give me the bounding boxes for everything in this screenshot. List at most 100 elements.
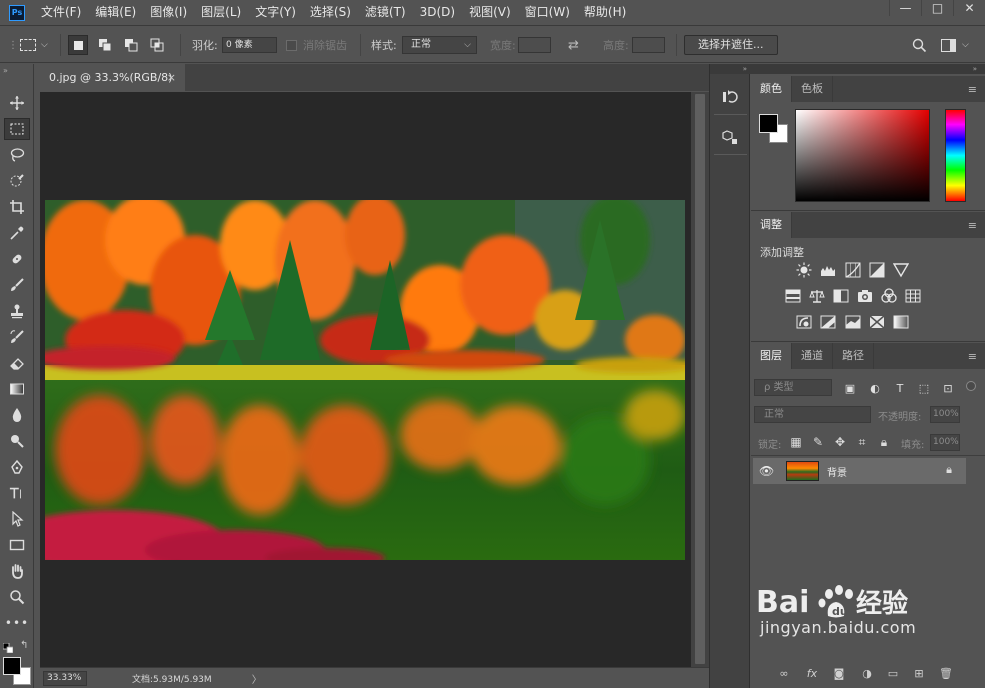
- scrollbar-thumb[interactable]: [695, 94, 705, 664]
- new-adjustment-layer-icon[interactable]: ◑: [859, 665, 875, 681]
- color-picker-field[interactable]: [795, 109, 930, 202]
- gradient-tool-icon[interactable]: [4, 378, 30, 400]
- type-tool-icon[interactable]: [4, 482, 30, 504]
- lock-transparent-pixels-icon[interactable]: ▦: [789, 435, 803, 449]
- black-white-icon[interactable]: [832, 287, 850, 305]
- menu-layer[interactable]: 图层(L): [194, 0, 248, 25]
- select-and-mask-button[interactable]: 选择并遮住...: [684, 35, 778, 55]
- menu-edit[interactable]: 编辑(E): [88, 0, 143, 25]
- panel-menu-icon[interactable]: ≡: [968, 83, 977, 96]
- panel-menu-icon[interactable]: ≡: [968, 219, 977, 232]
- menu-select[interactable]: 选择(S): [303, 0, 358, 25]
- height-input[interactable]: [632, 37, 665, 53]
- menu-view[interactable]: 视图(V): [462, 0, 518, 25]
- move-tool-icon[interactable]: [4, 92, 30, 114]
- collapse-toolbar-icon[interactable]: »: [3, 66, 8, 75]
- lock-position-icon[interactable]: ✥: [833, 435, 847, 449]
- zoom-level-field[interactable]: 33.33%: [43, 670, 87, 686]
- layer-style-fx-icon[interactable]: fx: [804, 665, 820, 681]
- zoom-tool-icon[interactable]: [4, 586, 30, 608]
- filter-smart-objects-icon[interactable]: ⊡: [941, 381, 955, 395]
- document-tab[interactable]: 0.jpg @ 33.3%(RGB/8) ×: [40, 64, 185, 91]
- layer-visibility-eye-icon[interactable]: 👁︎: [759, 464, 774, 478]
- delete-layer-icon[interactable]: 🗑︎: [938, 665, 954, 681]
- brightness-contrast-icon[interactable]: [795, 261, 813, 279]
- search-icon[interactable]: [912, 26, 927, 64]
- lock-artboard-icon[interactable]: ⌗: [855, 435, 869, 449]
- add-mask-icon[interactable]: ◙: [831, 665, 847, 681]
- tab-paths[interactable]: 路径: [833, 343, 874, 369]
- filter-toggle-icon[interactable]: [966, 381, 976, 391]
- subtract-selection-button[interactable]: [121, 26, 141, 64]
- clone-stamp-tool-icon[interactable]: [4, 300, 30, 322]
- feather-input[interactable]: 0 像素: [222, 37, 277, 53]
- pen-tool-icon[interactable]: [4, 456, 30, 478]
- panel-menu-icon[interactable]: ≡: [968, 350, 977, 363]
- curves-icon[interactable]: [844, 261, 862, 279]
- history-panel-icon[interactable]: [717, 85, 743, 109]
- close-tab-icon[interactable]: ×: [167, 71, 176, 84]
- layer-row[interactable]: 👁︎ 背景 🔒︎: [753, 458, 966, 484]
- 3d-panel-icon[interactable]: [717, 125, 743, 149]
- posterize-icon[interactable]: [819, 313, 837, 331]
- maximize-button[interactable]: □: [921, 0, 953, 16]
- tab-channels[interactable]: 通道: [792, 343, 833, 369]
- menu-window[interactable]: 窗口(W): [518, 0, 577, 25]
- collapse-dock-icon[interactable]: »: [710, 64, 751, 74]
- menu-image[interactable]: 图像(I): [143, 0, 194, 25]
- style-select[interactable]: 正常 ⌵: [402, 36, 477, 54]
- lock-all-icon[interactable]: 🔒︎: [877, 435, 891, 449]
- panel-foreground-swatch[interactable]: [759, 114, 778, 133]
- blur-tool-icon[interactable]: [4, 404, 30, 426]
- crop-tool-icon[interactable]: [4, 196, 30, 218]
- workspace-switcher[interactable]: ⌵: [941, 26, 969, 64]
- tab-layers[interactable]: 图层: [751, 343, 792, 369]
- healing-brush-tool-icon[interactable]: [4, 248, 30, 270]
- fill-input[interactable]: 100%: [930, 434, 960, 451]
- brush-tool-icon[interactable]: [4, 274, 30, 296]
- tool-preset-picker[interactable]: ⌵: [20, 26, 48, 64]
- gradient-map-icon[interactable]: [892, 313, 910, 331]
- rectangular-marquee-tool-icon[interactable]: [4, 118, 30, 140]
- lasso-tool-icon[interactable]: [4, 144, 30, 166]
- width-input[interactable]: [518, 37, 551, 53]
- threshold-icon[interactable]: [844, 313, 862, 331]
- foreground-color-swatch[interactable]: [3, 657, 21, 675]
- status-menu-arrow-icon[interactable]: 〉: [252, 671, 262, 686]
- eyedropper-tool-icon[interactable]: [4, 222, 30, 244]
- swap-colors-icon[interactable]: ↰: [20, 640, 28, 651]
- filter-shape-layers-icon[interactable]: ⬚: [917, 381, 931, 395]
- rectangle-tool-icon[interactable]: [4, 534, 30, 556]
- photo-filter-icon[interactable]: [856, 287, 874, 305]
- path-selection-tool-icon[interactable]: [4, 508, 30, 530]
- channel-mixer-icon[interactable]: [880, 287, 898, 305]
- add-selection-button[interactable]: [95, 26, 115, 64]
- eraser-tool-icon[interactable]: [4, 352, 30, 374]
- invert-icon[interactable]: [795, 313, 813, 331]
- filter-pixel-layers-icon[interactable]: ▣: [843, 381, 857, 395]
- exposure-icon[interactable]: [868, 261, 886, 279]
- link-layers-icon[interactable]: ∞: [776, 665, 792, 681]
- lock-image-pixels-icon[interactable]: ✎: [811, 435, 825, 449]
- swap-dimensions-icon[interactable]: ⇄: [568, 26, 579, 64]
- menu-3d[interactable]: 3D(D): [413, 0, 462, 25]
- opacity-input[interactable]: 100%: [930, 406, 960, 423]
- filter-type-layers-icon[interactable]: T: [893, 381, 907, 395]
- color-lookup-icon[interactable]: [904, 287, 922, 305]
- layer-filter-select[interactable]: ρ 类型: [754, 379, 832, 396]
- hue-slider[interactable]: [945, 109, 966, 202]
- menu-help[interactable]: 帮助(H): [577, 0, 633, 25]
- filter-adjustment-layers-icon[interactable]: ◐: [868, 381, 882, 395]
- tab-adjustments[interactable]: 调整: [751, 212, 792, 238]
- intersect-selection-button[interactable]: [147, 26, 167, 64]
- close-window-button[interactable]: ✕: [953, 0, 985, 16]
- collapse-panels-icon[interactable]: »: [751, 64, 985, 74]
- menu-type[interactable]: 文字(Y): [248, 0, 303, 25]
- tab-color[interactable]: 颜色: [751, 76, 792, 102]
- new-layer-icon[interactable]: ⊞: [911, 665, 927, 681]
- antialias-checkbox[interactable]: 消除锯齿: [286, 26, 347, 64]
- dodge-tool-icon[interactable]: [4, 430, 30, 452]
- more-tools-icon[interactable]: •••: [4, 612, 30, 634]
- new-group-icon[interactable]: ▭: [885, 665, 901, 681]
- selective-color-icon[interactable]: [868, 313, 886, 331]
